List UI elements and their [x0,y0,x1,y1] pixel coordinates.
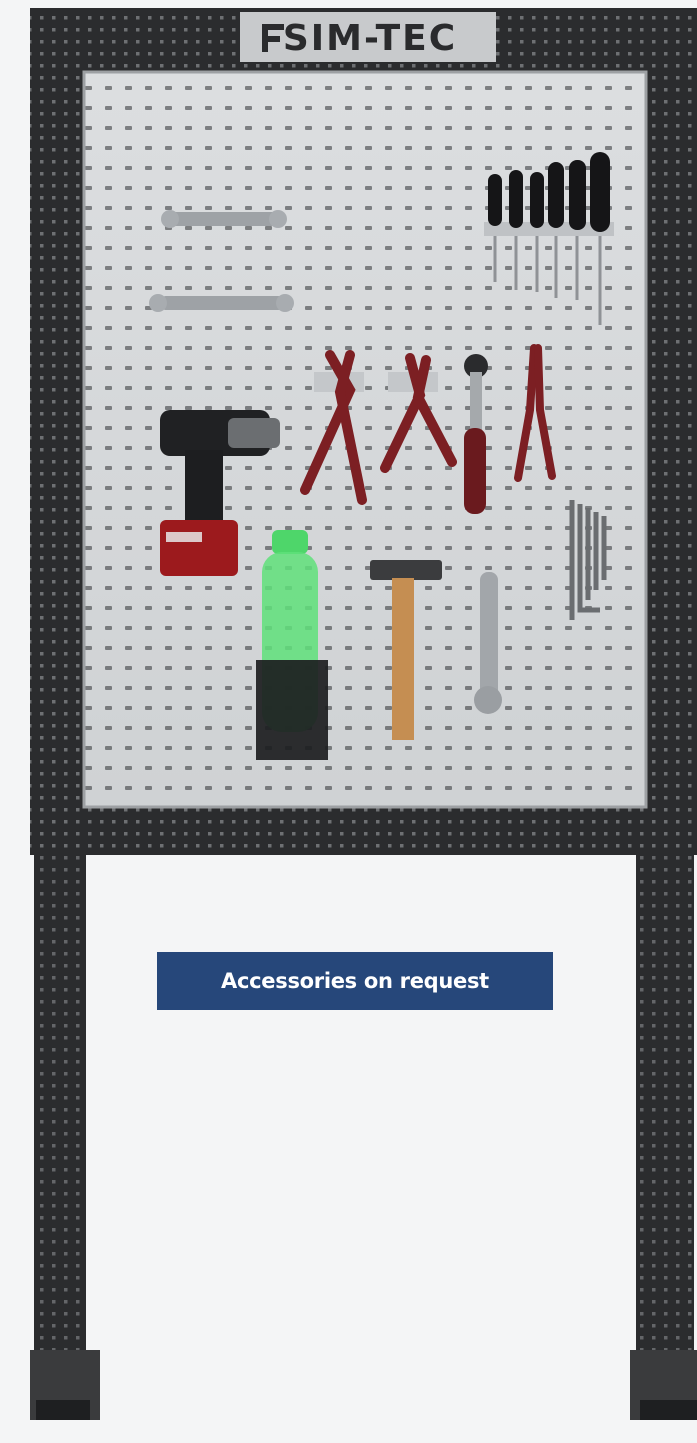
accessories-caption: Accessories on request [221,969,489,993]
accessories-banner: Accessories on request [157,952,553,1010]
tool-board-photo: SIM-TEC [30,8,697,1420]
logo-plate: SIM-TEC [240,12,496,62]
brand-logo: SIM-TEC [283,18,457,59]
frame-legs [30,830,697,1420]
